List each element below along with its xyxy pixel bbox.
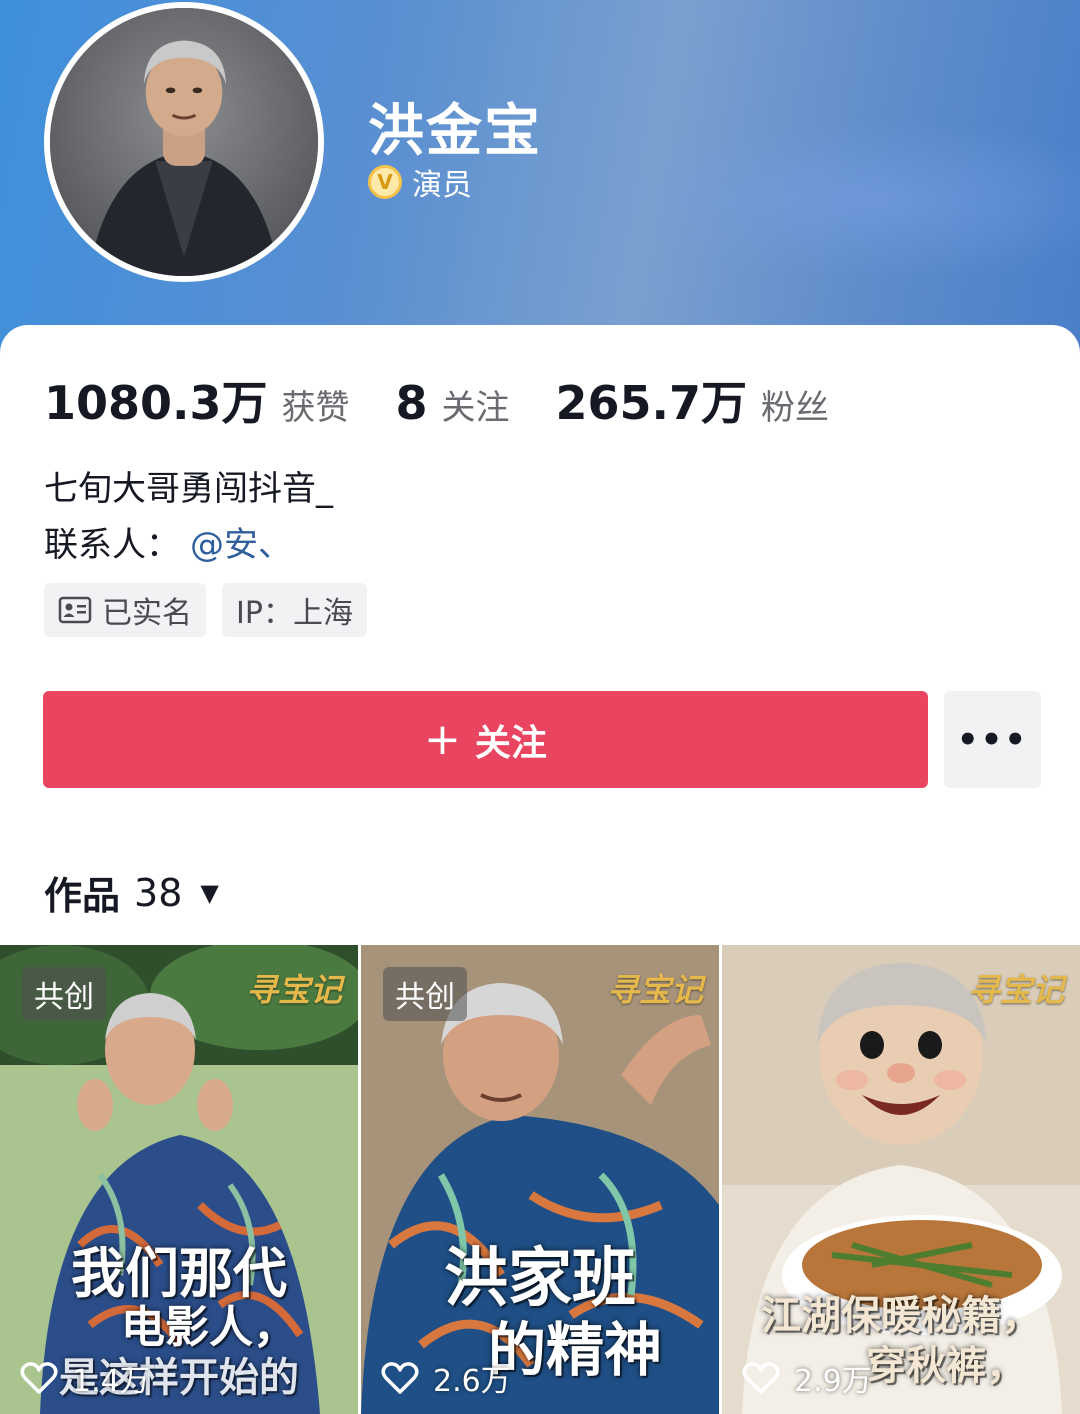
verified-v-icon: V	[368, 165, 402, 199]
video-caption-line1: 江湖保暖秘籍，	[761, 1292, 1041, 1339]
profile-card: 1080.3万 获赞 8 关注 265.7万 粉丝 七旬大哥勇闯抖音_ 联系人：…	[0, 325, 1080, 1414]
video-caption-line1: 我们那代	[71, 1241, 287, 1305]
stat-likes[interactable]: 1080.3万 获赞	[44, 367, 350, 433]
ip-location-label: IP：上海	[236, 596, 353, 631]
heart-icon	[381, 1362, 419, 1394]
stat-following[interactable]: 8 关注	[396, 376, 510, 430]
more-dots-icon: •••	[956, 719, 1029, 760]
bio-text: 七旬大哥勇闯抖音_	[44, 469, 333, 509]
plus-icon: +	[424, 713, 461, 765]
brand-watermark: 寻宝记	[967, 971, 1064, 1009]
real-name-tag[interactable]: 已实名	[44, 583, 206, 637]
video-thumbnail[interactable]: 寻宝记 江湖保暖秘籍， 穿秋裤， 2.9万	[722, 945, 1080, 1414]
stat-label: 关注	[441, 388, 510, 428]
profile-header: 洪金宝 V 演员	[0, 0, 1080, 360]
contact-line: 联系人： @安、	[44, 517, 292, 566]
stat-label: 粉丝	[761, 388, 830, 428]
more-options-button[interactable]: •••	[944, 691, 1041, 788]
works-label: 作品	[44, 874, 121, 918]
verified-tag: V 演员	[368, 160, 472, 204]
co-creation-badge: 共创	[22, 967, 106, 1021]
avatar[interactable]	[44, 2, 324, 282]
ip-location-tag: IP：上海	[222, 583, 367, 637]
profile-name: 洪金宝	[368, 99, 542, 164]
like-count-value: 1.4万	[72, 1364, 150, 1399]
like-count: 1.4万	[20, 1356, 150, 1400]
stat-value: 8	[395, 376, 428, 430]
contact-mention-link[interactable]: @安、	[190, 517, 292, 566]
heart-icon	[20, 1362, 58, 1394]
avatar-image	[50, 8, 318, 276]
like-count: 2.9万	[742, 1356, 872, 1400]
video-caption-line1: 洪家班	[444, 1241, 636, 1316]
like-count-value: 2.6万	[433, 1364, 511, 1399]
works-tab[interactable]: 作品 38 ▼	[44, 865, 219, 920]
profile-tags: 已实名 IP：上海	[44, 583, 367, 637]
video-thumbnail[interactable]: 共创 寻宝记 洪家班 的精神 2.6万	[361, 945, 719, 1414]
like-count: 2.6万	[381, 1356, 511, 1400]
co-creation-badge: 共创	[383, 967, 467, 1021]
real-name-label: 已实名	[102, 596, 192, 631]
follow-label: 关注	[474, 722, 547, 764]
like-count-value: 2.9万	[794, 1364, 872, 1399]
heart-icon	[742, 1362, 780, 1394]
works-grid: 共创 寻宝记 我们那代 电影人， 是这样开始的 1.4万 共创 寻宝记 洪家班 …	[0, 945, 1080, 1414]
follow-button[interactable]: + 关注	[43, 691, 928, 788]
brand-watermark: 寻宝记	[606, 971, 703, 1009]
stat-value: 1080.3万	[44, 376, 268, 430]
id-card-icon	[58, 596, 92, 624]
works-count: 38	[134, 870, 183, 915]
stat-label: 获赞	[281, 388, 350, 428]
video-caption-line2: 电影人，	[121, 1302, 297, 1353]
video-thumbnail[interactable]: 共创 寻宝记 我们那代 电影人， 是这样开始的 1.4万	[0, 945, 358, 1414]
stat-value: 265.7万	[555, 376, 748, 430]
contact-prefix: 联系人：	[44, 525, 180, 565]
brand-watermark: 寻宝记	[245, 971, 342, 1009]
verified-title: 演员	[412, 168, 472, 203]
caret-down-icon: ▼	[200, 878, 219, 907]
stats-row: 1080.3万 获赞 8 关注 265.7万 粉丝	[44, 367, 875, 433]
stat-followers[interactable]: 265.7万 粉丝	[556, 367, 830, 433]
